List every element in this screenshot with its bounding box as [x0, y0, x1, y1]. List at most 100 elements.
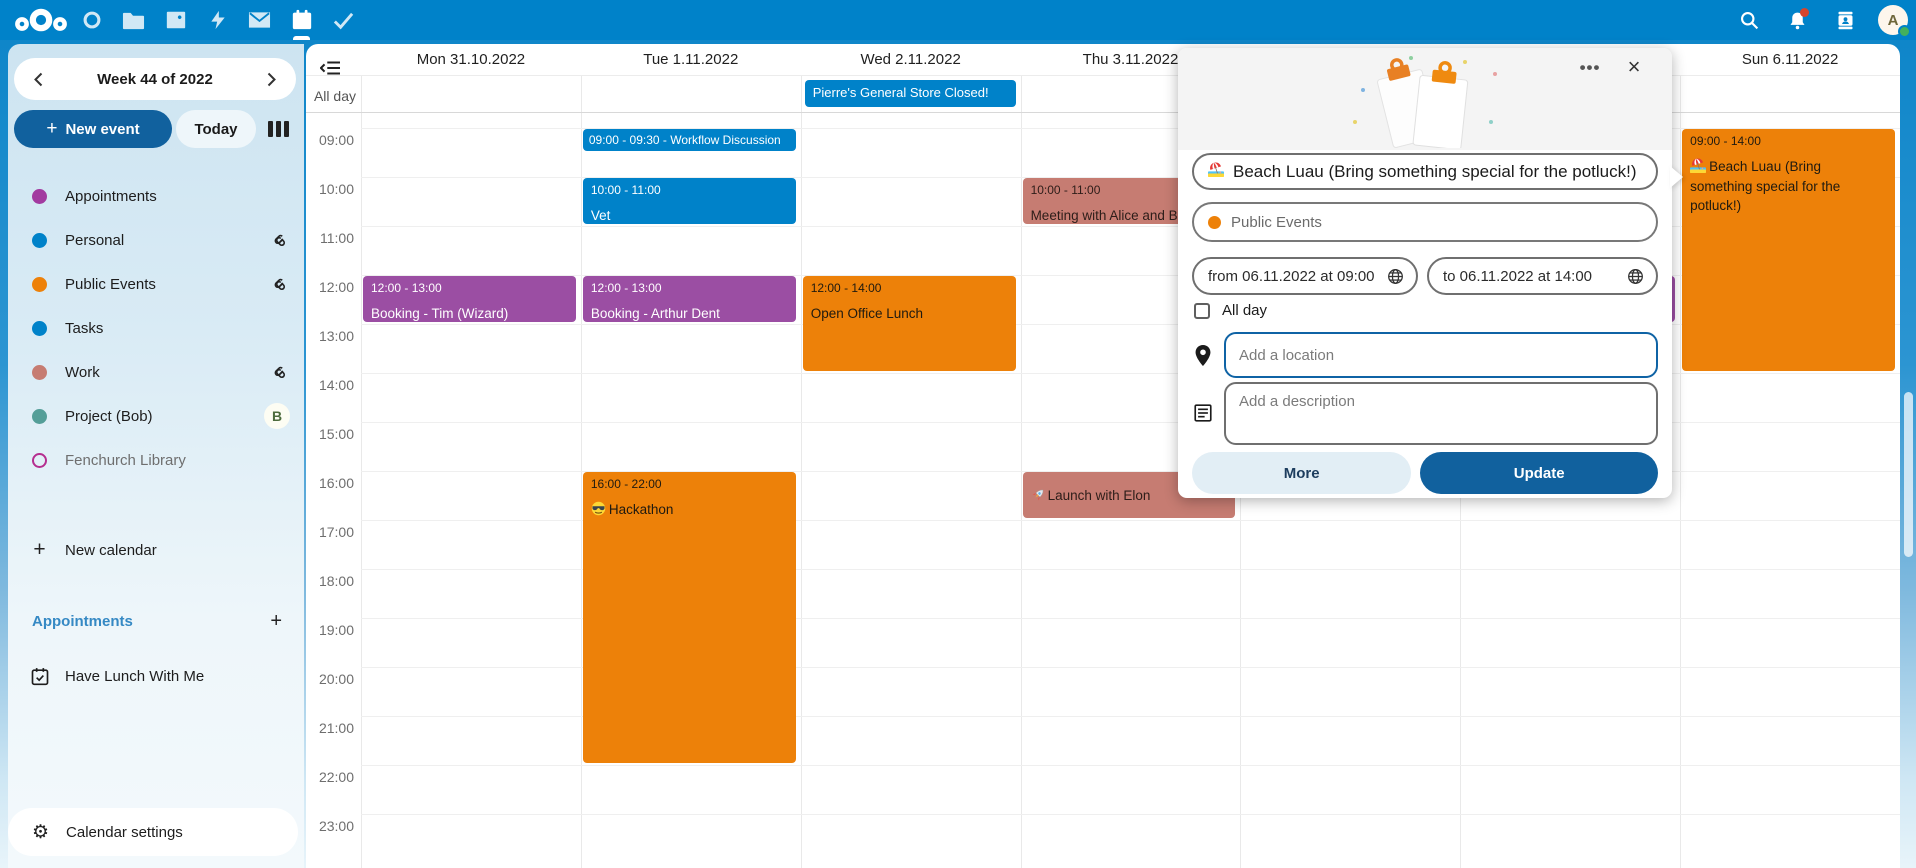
- more-options-icon[interactable]: •••: [1574, 54, 1606, 82]
- event-time: 16:00 - 22:00: [591, 477, 788, 491]
- location-input[interactable]: [1224, 332, 1658, 378]
- tasks-icon[interactable]: [328, 0, 359, 40]
- event-hackathon[interactable]: 16:00 - 22:00 Hackathon: [583, 472, 796, 763]
- all-day-checkbox[interactable]: All day: [1194, 302, 1267, 319]
- event-title: Booking - Arthur Dent: [591, 304, 788, 322]
- nextcloud-logo[interactable]: [14, 5, 68, 35]
- sidebar-calendar-personal[interactable]: Personal: [8, 218, 304, 262]
- search-icon[interactable]: [1734, 0, 1764, 40]
- previous-week-button[interactable]: [24, 65, 52, 93]
- calendar-color-dot: [32, 453, 47, 468]
- update-button[interactable]: Update: [1420, 452, 1658, 494]
- sidebar-calendar-appointments[interactable]: Appointments: [8, 174, 304, 218]
- hour-gridline: [361, 765, 1900, 766]
- hour-label: 22:00: [306, 769, 354, 785]
- plus-icon: +: [46, 118, 57, 140]
- popup-illustration-area: ••• ×: [1178, 48, 1672, 150]
- end-date-picker[interactable]: to 06.11.2022 at 14:00: [1427, 257, 1658, 295]
- plus-icon: +: [32, 538, 47, 562]
- collapse-sidebar-icon[interactable]: [320, 60, 340, 81]
- event-title: Hackathon: [591, 500, 788, 520]
- activity-icon[interactable]: [202, 0, 233, 40]
- popup-anchor-arrow: [1670, 166, 1683, 188]
- description-input[interactable]: [1224, 382, 1658, 445]
- event-workflow-discussion[interactable]: 09:00 - 09:30 - Workflow Discussion: [583, 129, 796, 151]
- appointment-item-have-lunch-with-me[interactable]: Have Lunch With Me: [8, 654, 304, 698]
- start-date-picker[interactable]: from 06.11.2022 at 09:00: [1192, 257, 1418, 295]
- hour-label: 15:00: [306, 426, 354, 442]
- shared-link-icon[interactable]: [273, 276, 290, 293]
- event-vet[interactable]: 10:00 - 11:00 Vet: [583, 178, 796, 224]
- hour-label: 20:00: [306, 671, 354, 687]
- calendar-settings-button[interactable]: ⚙ Calendar settings: [8, 808, 298, 856]
- event-beach-luau-bring-something-spe[interactable]: 09:00 - 14:00Beach Luau (Bring something…: [1682, 129, 1895, 371]
- hour-label: 09:00: [306, 132, 354, 148]
- day-header[interactable]: Tue 1.11.2022: [581, 44, 801, 75]
- event-title: Booking - Tim (Wizard): [371, 304, 568, 322]
- event-time: 10:00 - 11:00: [591, 183, 788, 197]
- gear-icon: ⚙: [32, 821, 49, 844]
- new-calendar-button[interactable]: + New calendar: [8, 528, 304, 572]
- next-week-button[interactable]: [258, 65, 286, 93]
- new-event-button[interactable]: + New event: [14, 110, 172, 148]
- calendar-label: Work: [65, 364, 273, 381]
- calendar-color-dot: [1208, 216, 1221, 229]
- calendar-color-dot: [32, 365, 47, 380]
- day-header[interactable]: Mon 31.10.2022: [361, 44, 581, 75]
- nextcloud-calendar-app: A Week 44 of 2022 + New event Today Appo…: [0, 0, 1916, 868]
- event-title: Open Office Lunch: [811, 304, 1008, 324]
- contacts-menu-icon[interactable]: [1830, 0, 1860, 40]
- sidebar-calendar-tasks[interactable]: Tasks: [8, 306, 304, 350]
- hour-label: 23:00: [306, 818, 354, 834]
- notifications-bell-icon[interactable]: [1782, 0, 1812, 40]
- mail-icon[interactable]: [244, 0, 275, 40]
- view-mode-icon[interactable]: [260, 110, 296, 148]
- event-time: 12:00 - 13:00: [371, 281, 568, 295]
- calendar-select[interactable]: Public Events: [1192, 202, 1658, 242]
- more-button[interactable]: More: [1192, 452, 1411, 494]
- day-header[interactable]: Wed 2.11.2022: [801, 44, 1021, 75]
- event-booking-arthur-dent[interactable]: 12:00 - 13:00Booking - Arthur Dent: [583, 276, 796, 322]
- appointments-section: Appointments +: [32, 610, 282, 633]
- today-button[interactable]: Today: [176, 110, 256, 148]
- event-open-office-lunch[interactable]: 12:00 - 14:00Open Office Lunch: [803, 276, 1016, 371]
- add-appointment-config-icon[interactable]: +: [270, 610, 282, 633]
- sidebar-buttons: + New event Today: [14, 110, 296, 148]
- timezone-globe-icon: [1627, 268, 1644, 285]
- close-icon[interactable]: ×: [1618, 52, 1650, 82]
- event-title-input[interactable]: Beach Luau (Bring something special for …: [1192, 153, 1658, 190]
- shared-link-icon[interactable]: [273, 364, 290, 381]
- top-bar: A: [0, 0, 1916, 40]
- all-day-label: All day: [306, 88, 356, 104]
- sidebar-calendar-fenchurch-library[interactable]: Fenchurch Library: [8, 438, 304, 482]
- calendar-label: Personal: [65, 232, 273, 249]
- description-icon: [1194, 404, 1212, 422]
- calendar-label: Project (Bob): [65, 408, 264, 425]
- user-avatar[interactable]: A: [1878, 5, 1908, 35]
- circle-app-icon[interactable]: [76, 0, 107, 40]
- location-pin-icon: [1194, 345, 1212, 366]
- shared-link-icon[interactable]: [273, 232, 290, 249]
- page-scrollbar-thumb[interactable]: [1904, 392, 1913, 557]
- all-day-event[interactable]: Pierre's General Store Closed!: [805, 80, 1016, 107]
- topbar-right: A: [1734, 0, 1908, 40]
- sidebar-calendar-project-bob-[interactable]: Project (Bob)B: [8, 394, 304, 438]
- calendar-color-dot: [32, 321, 47, 336]
- calendar-icon[interactable]: [286, 0, 317, 40]
- event-title: Vet: [591, 206, 788, 224]
- hour-label: 17:00: [306, 524, 354, 540]
- calendar-color-dot: [32, 409, 47, 424]
- files-icon[interactable]: [118, 0, 149, 40]
- event-title-text: Beach Luau (Bring something special for …: [1233, 162, 1637, 182]
- sidebar-calendar-work[interactable]: Work: [8, 350, 304, 394]
- calendar-color-dot: [32, 233, 47, 248]
- sidebar-calendar-public-events[interactable]: Public Events: [8, 262, 304, 306]
- share-avatar: B: [264, 403, 290, 429]
- event-booking-tim-wizard-[interactable]: 12:00 - 13:00 Booking - Tim (Wizard): [363, 276, 576, 322]
- timezone-globe-icon: [1387, 268, 1404, 285]
- calendar-list: Appointments Personal Public EventsTasks Wo…: [8, 174, 304, 482]
- hour-label: 12:00: [306, 279, 354, 295]
- photos-icon[interactable]: [160, 0, 191, 40]
- day-header[interactable]: Sun 6.11.2022: [1680, 44, 1900, 75]
- beach-emoji: [1208, 161, 1224, 182]
